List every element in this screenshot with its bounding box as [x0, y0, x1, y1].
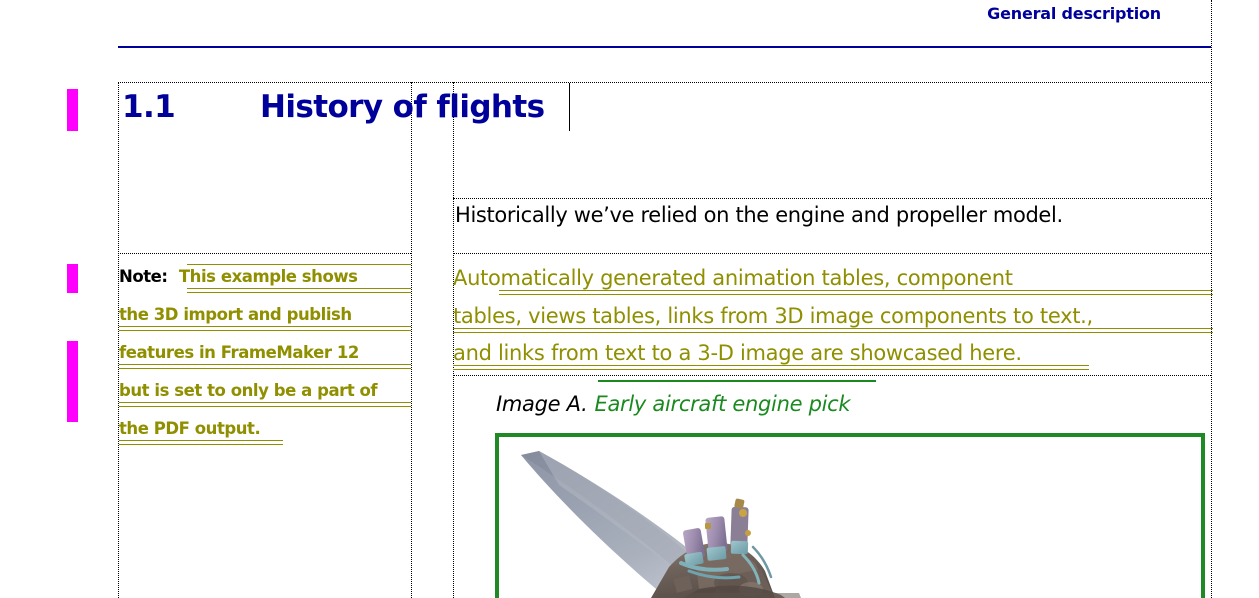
note-label: Note:	[119, 267, 168, 286]
running-header: General description	[0, 0, 1211, 34]
insertion-underline-1	[119, 326, 411, 327]
insertion-underline-2	[119, 368, 411, 369]
change-bar-heading	[67, 89, 78, 131]
note-text-line-5: the PDF output.	[119, 419, 261, 438]
figure-caption: Image A. Early aircraft engine pick	[496, 392, 851, 416]
insertion-underline-2	[119, 444, 283, 445]
insertion-underline-2	[119, 330, 411, 331]
section-title: History of flights	[260, 89, 545, 125]
change-bar-note-body	[67, 341, 78, 422]
inserted-line-2: tables, views tables, links from 3D imag…	[453, 298, 1213, 336]
note-text-line-4: but is set to only be a part of	[119, 381, 378, 400]
insertion-overline	[187, 264, 411, 265]
inserted-line-1: Automatically generated animation tables…	[453, 260, 1213, 298]
insertion-underline-2	[453, 331, 1213, 333]
note-text-line-1: This example shows	[178, 267, 358, 286]
inserted-text-line-1: Automatically generated animation tables…	[453, 266, 1013, 290]
document-page: General description 1.1 History of fligh…	[0, 0, 1259, 598]
insertion-underline-1	[453, 365, 1089, 366]
frame-guide-inserted-bottom	[453, 375, 1211, 376]
insertion-underline-1	[119, 440, 283, 441]
change-bar-note-top	[67, 264, 78, 293]
note-line-5: the PDF output.	[119, 410, 411, 448]
insertion-underline-1	[499, 290, 1213, 291]
anchored-graphic-frame[interactable]: 3D render of an early aircraft propeller…	[495, 433, 1205, 598]
insertion-underline-1	[119, 402, 411, 403]
caption-overline-rule	[598, 380, 876, 382]
running-header-text: General description	[987, 4, 1161, 23]
header-rule	[118, 46, 1211, 48]
inserted-text-line-3: and links from text to a 3-D image are s…	[453, 341, 1022, 365]
insertion-underline-2	[119, 406, 411, 407]
text-insertion-caret[interactable]	[569, 83, 570, 131]
frame-guide-body-separator	[453, 253, 1211, 254]
note-text-line-2: the 3D import and publish	[119, 305, 352, 324]
note-line-4: but is set to only be a part of	[119, 372, 411, 410]
note-line-2: the 3D import and publish	[119, 296, 411, 334]
insertion-underline-2	[499, 294, 1213, 295]
body-paragraph: Historically we’ve relied on the engine …	[455, 203, 1063, 227]
frame-guide-body-row-top	[453, 198, 1211, 199]
insertion-underline-1	[187, 288, 411, 289]
insertion-underline-2	[453, 369, 1089, 370]
insertion-underline-1	[453, 327, 1213, 329]
caption-title: Early aircraft engine pick	[594, 392, 851, 416]
note-line-3: features in FrameMaker 12	[119, 334, 411, 372]
insertion-underline-2	[187, 292, 411, 293]
inserted-line-3: and links from text to a 3-D image are s…	[453, 335, 1213, 373]
note-line-1: Note: This example shows	[119, 258, 411, 296]
frame-guide-top	[118, 82, 1211, 83]
section-heading: 1.1 History of flights	[122, 84, 572, 130]
inserted-text-line-2: tables, views tables, links from 3D imag…	[453, 303, 1093, 328]
note-text-line-3: features in FrameMaker 12	[119, 343, 359, 362]
caption-label: Image A.	[496, 392, 588, 416]
insertion-underline-1	[119, 364, 411, 365]
inserted-paragraph: Automatically generated animation tables…	[453, 260, 1213, 373]
frame-guide-note-row-top	[118, 253, 411, 254]
three-d-model-canvas[interactable]: 3D render of an early aircraft propeller…	[499, 437, 1201, 598]
note-paragraph: Note: This example shows the 3D import a…	[119, 258, 411, 448]
frame-guide-column1-right	[411, 82, 412, 598]
section-number: 1.1	[122, 89, 176, 125]
